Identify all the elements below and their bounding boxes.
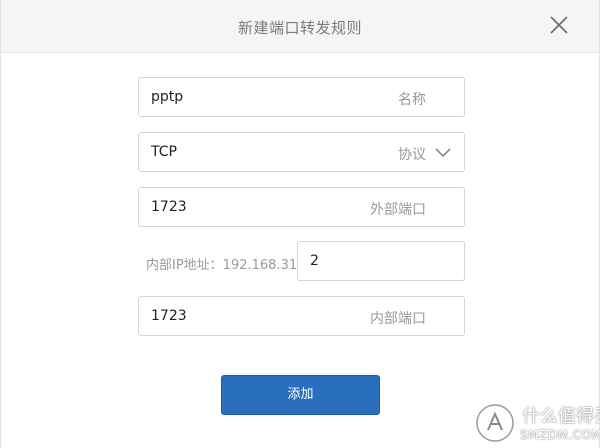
protocol-value: TCP <box>151 144 177 160</box>
external-port-value: 1723 <box>151 199 187 215</box>
add-button[interactable]: 添加 <box>221 375 380 415</box>
external-port-input[interactable]: 1723 外部端口 <box>138 187 465 227</box>
dialog-titlebar: 新建端口转发规则 <box>1 0 599 53</box>
close-icon <box>550 16 568 34</box>
close-button[interactable] <box>546 12 572 38</box>
name-value: pptp <box>151 89 184 105</box>
external-port-suffix-label: 外部端口 <box>370 202 426 218</box>
watermark-text-cn: 什么值得买 <box>522 406 600 427</box>
watermark-text-en: SMZDM.COM <box>520 428 600 442</box>
internal-port-value: 1723 <box>151 308 187 324</box>
internal-ip-value: 2 <box>310 253 319 269</box>
internal-ip-input[interactable]: 2 <box>297 241 465 281</box>
dialog-title: 新建端口转发规则 <box>237 19 362 37</box>
name-input[interactable]: pptp 名称 <box>138 77 465 117</box>
internal-ip-label: 内部IP地址：192.168.31. <box>146 258 302 273</box>
chevron-down-icon <box>435 148 451 158</box>
port-forward-dialog: 新建端口转发规则 pptp 名称 TCP 协议 1723 外部端口 内部IP地址… <box>0 0 600 448</box>
internal-port-suffix-label: 内部端口 <box>370 311 426 327</box>
watermark: 什么值得买 SMZDM.COM <box>470 398 600 448</box>
protocol-select[interactable]: TCP 协议 <box>138 132 465 172</box>
protocol-suffix-label: 协议 <box>398 147 426 163</box>
name-suffix-label: 名称 <box>398 92 426 108</box>
watermark-logo-icon <box>476 404 514 442</box>
internal-port-input[interactable]: 1723 内部端口 <box>138 296 465 336</box>
